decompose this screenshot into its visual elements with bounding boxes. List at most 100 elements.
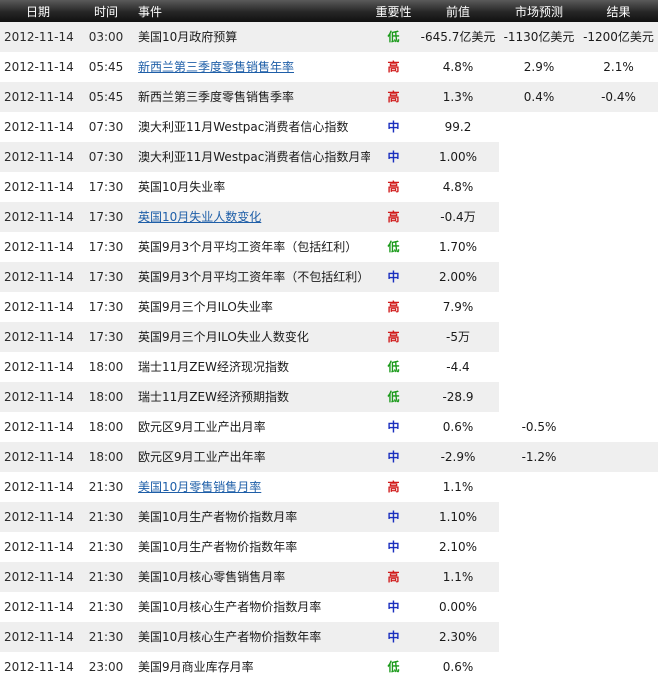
row-forecast <box>499 142 579 172</box>
importance-badge: 低 <box>387 660 400 674</box>
table-row: 2012-11-14 21:30 美国10月核心生产者物价指数月率 中 0.00% <box>0 592 658 622</box>
row-previous: 1.3% <box>417 82 499 112</box>
row-previous: 4.8% <box>442 60 474 74</box>
row-previous: 2.10% <box>438 540 478 554</box>
row-forecast <box>499 292 579 322</box>
row-date: 2012-11-14 <box>0 262 78 292</box>
row-date: 2012-11-14 <box>4 300 74 314</box>
row-result <box>579 292 658 322</box>
table-row: 2012-11-14 03:00 美国10月政府预算 低 -645.7亿美元 -1130亿… <box>0 22 658 52</box>
row-result <box>579 232 658 262</box>
table-row: 2012-11-14 17:30 英国9月3个月平均工资年率（不包括红利）中 2.00… <box>0 262 658 292</box>
table-row: 2012-11-14 18:00 瑞士11月ZEW经济预期指数 低 -28.9 <box>0 382 658 412</box>
row-result <box>579 472 658 502</box>
row-date: 2012-11-14 <box>0 22 78 52</box>
row-time: 17:30 <box>88 180 124 194</box>
table-row: 2012-11-14 05:45 新西兰第三季度零售销售季率 高 1.3% 0.4% -0.… <box>0 82 658 112</box>
row-result <box>579 142 658 172</box>
row-date: 2012-11-14 <box>4 480 74 494</box>
row-event: 澳大利亚11月Westpac消费者信心指数月率 <box>134 142 370 172</box>
row-event[interactable]: 英国10月失业人数变化 <box>134 202 370 232</box>
table-row: 2012-11-14 21:30 美国10月核心零售销售月率 高 1.1% <box>0 562 658 592</box>
row-forecast <box>499 382 579 412</box>
importance-badge: 中 <box>370 262 417 292</box>
row-previous: 0.00% <box>438 600 478 614</box>
table-header: 日期 时间 事件 重要性 前值 市场预测 结果 <box>0 0 658 22</box>
row-previous: -0.4万 <box>417 202 499 232</box>
row-previous: 0.6% <box>442 420 474 434</box>
table-row: 2012-11-14 23:00 美国9月商业库存月率 低 0.6% <box>0 652 658 682</box>
header-date: 日期 <box>26 4 51 19</box>
row-result <box>579 322 658 352</box>
event-label: 欧元区9月工业产出年率 <box>138 450 266 464</box>
row-forecast <box>499 472 579 502</box>
table-row: 2012-11-14 07:30 澳大利亚11月Westpac消费者信心指数 中 99.… <box>0 112 658 142</box>
row-result <box>579 502 658 532</box>
importance-badge: 高 <box>387 180 400 194</box>
row-event[interactable]: 美国10月零售销售月率 <box>134 472 370 502</box>
event-link[interactable]: 新西兰第三季度零售销售年率 <box>138 60 294 74</box>
row-time: 03:00 <box>78 22 134 52</box>
table-row: 2012-11-14 21:30 美国10月核心生产者物价指数年率 中 2.30% <box>0 622 658 652</box>
row-time: 21:30 <box>78 622 134 652</box>
row-forecast: 0.4% <box>499 82 579 112</box>
row-result <box>579 652 658 682</box>
row-previous: 0.6% <box>442 660 474 674</box>
row-time: 21:30 <box>78 502 134 532</box>
importance-badge: 中 <box>387 600 400 614</box>
row-previous: -5万 <box>417 322 499 352</box>
row-result <box>579 592 658 622</box>
row-previous: -28.9 <box>417 382 499 412</box>
row-event: 美国10月核心生产者物价指数年率 <box>134 622 370 652</box>
row-forecast <box>499 262 579 292</box>
row-time: 21:30 <box>88 480 124 494</box>
row-time: 18:00 <box>78 382 134 412</box>
importance-badge: 低 <box>370 22 417 52</box>
event-label: 英国10月失业率 <box>138 180 226 194</box>
importance-badge: 中 <box>370 442 417 472</box>
row-result <box>579 412 658 442</box>
header-event: 事件 <box>138 4 163 19</box>
row-forecast: -0.5% <box>521 420 557 434</box>
event-label: 美国10月生产者物价指数年率 <box>138 540 298 554</box>
row-forecast <box>499 562 579 592</box>
row-previous: 4.8% <box>442 180 474 194</box>
row-time: 18:00 <box>88 360 124 374</box>
row-result <box>579 112 658 142</box>
row-event: 澳大利亚11月Westpac消费者信心指数 <box>134 112 370 142</box>
table-body: 2012-11-14 03:00 美国10月政府预算低 -645.7亿美元 -1130亿… <box>0 22 658 682</box>
row-time: 23:00 <box>88 660 124 674</box>
row-event: 美国10月生产者物价指数月率 <box>134 502 370 532</box>
event-label: 英国9月三个月ILO失业人数变化 <box>138 330 309 344</box>
row-date: 2012-11-14 <box>0 622 78 652</box>
importance-badge: 低 <box>387 240 400 254</box>
event-link[interactable]: 英国10月失业人数变化 <box>138 210 261 224</box>
event-label: 英国9月3个月平均工资年率（包括红利） <box>138 240 358 254</box>
row-event: 英国9月三个月ILO失业率 <box>134 292 370 322</box>
header-forecast: 市场预测 <box>514 4 563 19</box>
event-label: 美国10月核心生产者物价指数年率 <box>138 630 322 644</box>
event-link[interactable]: 美国10月零售销售月率 <box>138 480 261 494</box>
row-forecast <box>499 622 579 652</box>
table-row: 2012-11-14 21:30 美国10月零售销售月率 高 1.1% <box>0 472 658 502</box>
table-row: 2012-11-14 05:45 新西兰第三季度零售销售年率 高 4.8% 2.9% 2.1… <box>0 52 658 82</box>
row-date: 2012-11-14 <box>0 562 78 592</box>
row-forecast: -1.2% <box>499 442 579 472</box>
row-time: 17:30 <box>88 300 124 314</box>
row-result: -1200亿美元 <box>579 22 658 52</box>
importance-badge: 高 <box>387 300 400 314</box>
event-label: 瑞士11月ZEW经济现况指数 <box>138 360 289 374</box>
row-date: 2012-11-14 <box>4 420 74 434</box>
event-label: 美国10月政府预算 <box>138 30 238 44</box>
table-row: 2012-11-14 21:30 美国10月生产者物价指数年率 中 2.10% <box>0 532 658 562</box>
importance-badge: 高 <box>370 202 417 232</box>
importance-badge: 中 <box>387 420 400 434</box>
importance-badge: 中 <box>387 540 400 554</box>
row-time: 17:30 <box>88 240 124 254</box>
row-event[interactable]: 新西兰第三季度零售销售年率 <box>134 52 370 82</box>
row-result <box>579 172 658 202</box>
row-event: 英国9月3个月平均工资年率（不包括红利） <box>134 262 370 292</box>
economic-calendar: 日期 时间 事件 重要性 前值 市场预测 结果 2012-11-14 03:00 美… <box>0 0 658 682</box>
row-date: 2012-11-14 <box>4 60 74 74</box>
table-row: 2012-11-14 17:30 英国9月3个月平均工资年率（包括红利） 低 1.70% <box>0 232 658 262</box>
